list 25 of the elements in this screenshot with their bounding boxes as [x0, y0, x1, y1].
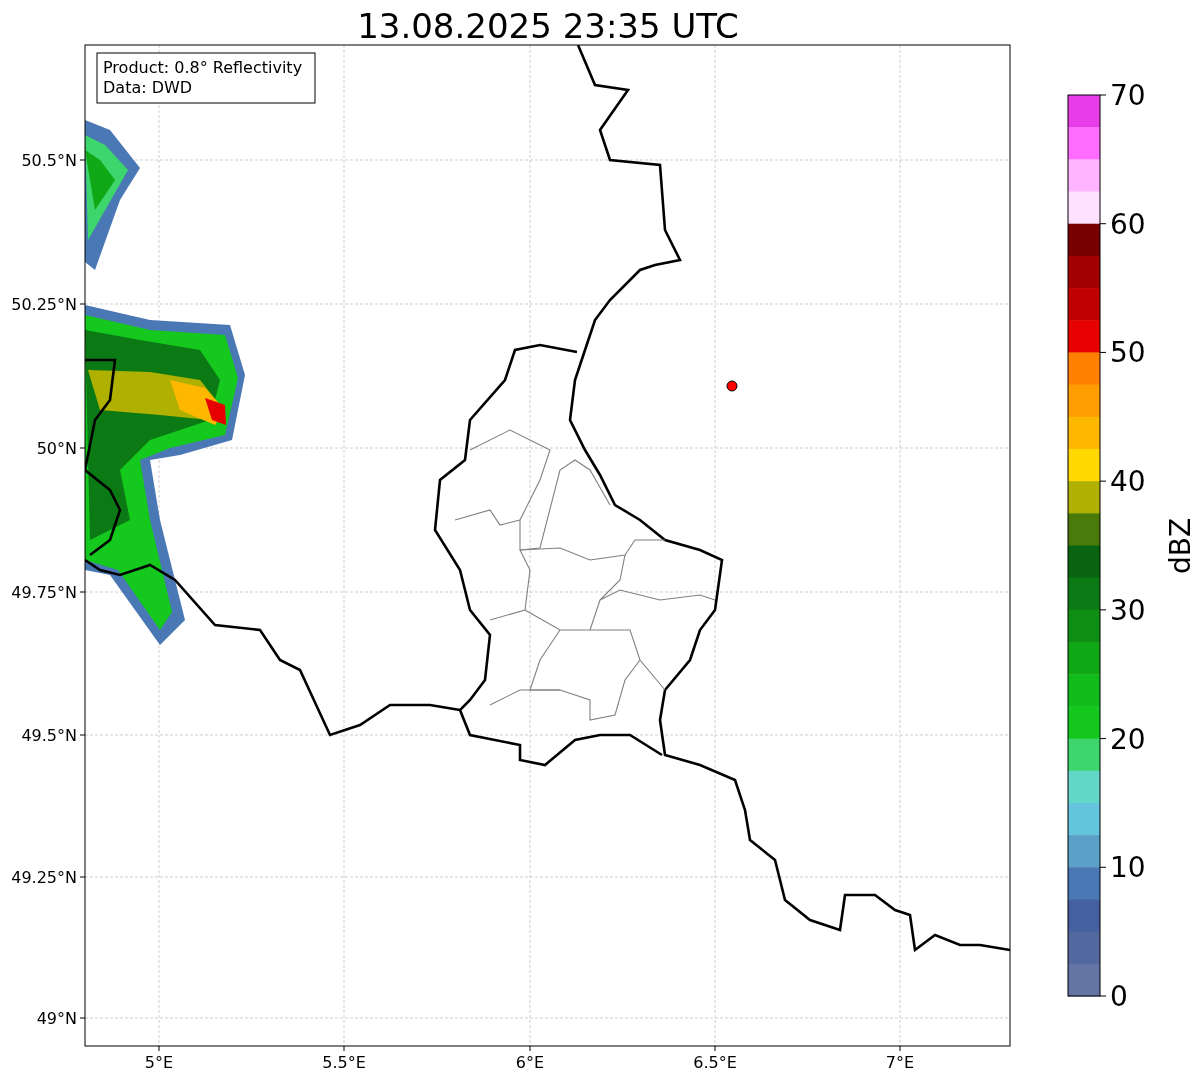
scale-tick-label: 50 — [1110, 336, 1146, 370]
latitude-label: 49.25°N — [11, 868, 77, 887]
scale-tick-label: 20 — [1110, 722, 1146, 756]
scale-tick-label: 30 — [1110, 593, 1146, 627]
latitude-label: 50.25°N — [11, 295, 77, 314]
latitude-label: 49°N — [36, 1009, 77, 1028]
scale-tick-label: 40 — [1110, 465, 1146, 499]
info-text: Data: DWD — [103, 78, 193, 97]
info-text: Product: 0.8° Reflectivity — [103, 58, 303, 77]
longitude-label: 6°E — [515, 1053, 545, 1072]
latitude-label: 50.5°N — [21, 151, 77, 170]
longitude-label: 6.5°E — [693, 1053, 737, 1072]
scale-tick-label: 70 — [1110, 79, 1146, 112]
longitude-label: 7°E — [885, 1053, 915, 1072]
longitude-label: 5.5°E — [322, 1053, 366, 1072]
longitude-label: 5°E — [144, 1053, 174, 1072]
station-marker — [726, 380, 738, 392]
latitude-label: 49.5°N — [21, 726, 77, 745]
latitude-label: 49.75°N — [11, 583, 77, 602]
scale-tick-label: 0 — [1110, 980, 1128, 1013]
latitude-label: 50°N — [36, 439, 77, 458]
chart-title: 13.08.2025 23:35 UTC — [357, 6, 739, 46]
scale-tick-label: 60 — [1110, 207, 1146, 241]
scale-axis-label: dBZ — [1164, 517, 1197, 575]
scale-tick-label: 10 — [1110, 851, 1146, 885]
